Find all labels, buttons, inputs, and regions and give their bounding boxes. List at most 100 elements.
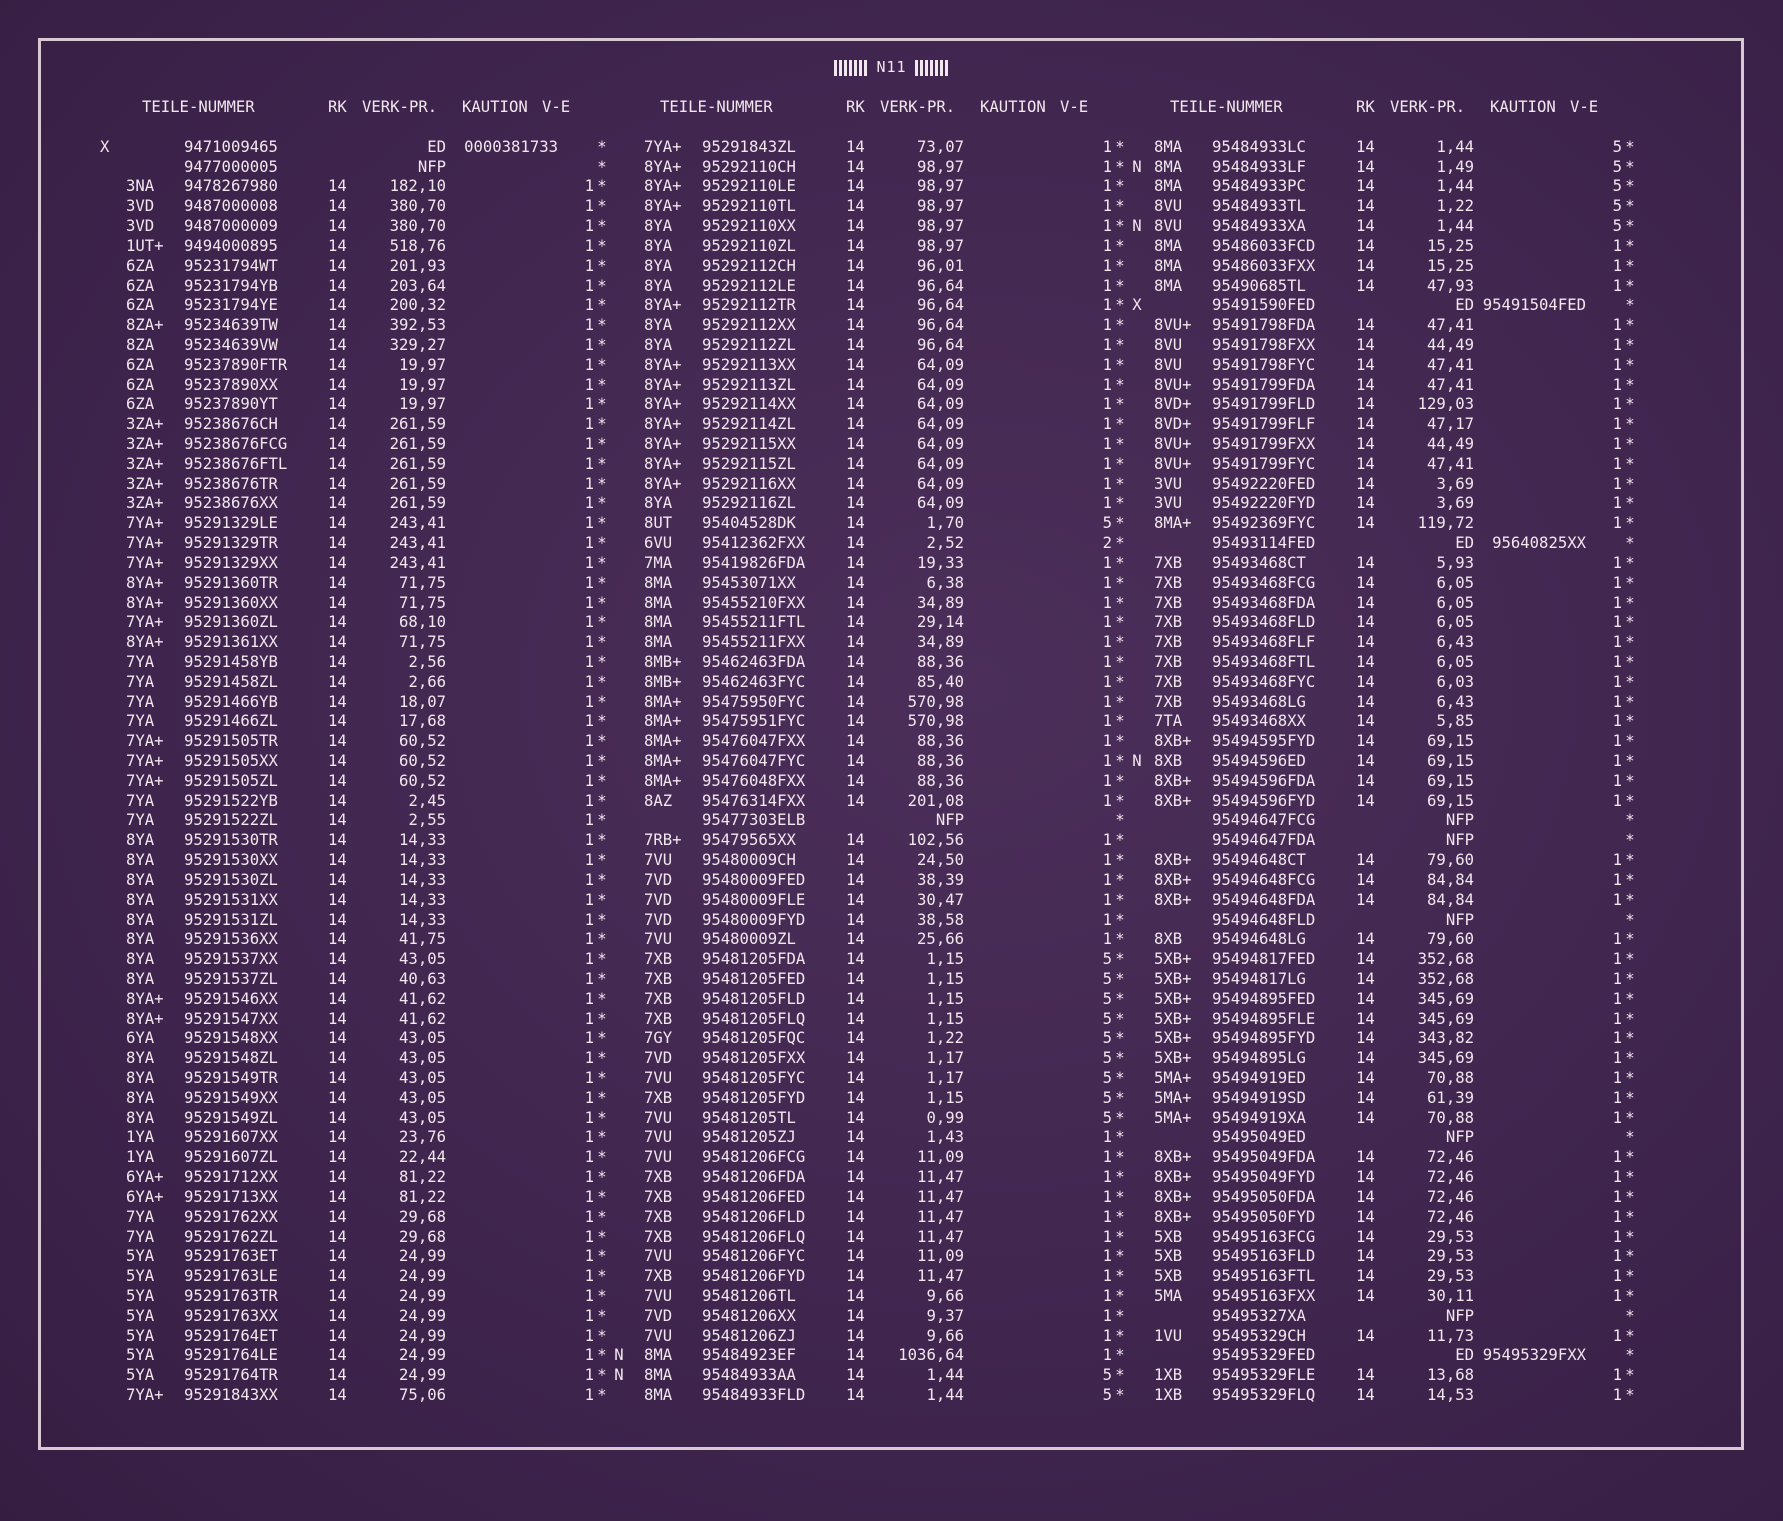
table-row: 5YA 95291763LE 14 24,99 1 * [100,1267,628,1287]
row-code: 7YA [126,692,155,711]
row-rk: 14 [846,296,865,315]
table-row: 7YA 95291466ZL 14 17,68 1 * [100,712,628,732]
row-rk: 14 [328,236,347,255]
row-code: 7YA [126,1227,155,1246]
packing-unit: 1 [1102,454,1112,473]
packing-unit: 1 [1612,752,1622,770]
row-code: 8VU [1154,355,1183,374]
row-code: 8VU+ [1154,435,1192,453]
header-verk-pr: VERK-PR. [880,98,956,116]
row-star: * [1115,811,1125,830]
row-star: * [1115,752,1125,770]
part-number: 9487000009 [184,217,278,236]
row-rk: 14 [328,613,347,632]
row-star: * [1625,811,1635,830]
row-rk: 14 [328,870,347,889]
sale-price: 14,33 [399,831,446,850]
part-number: 95495163FLD [1212,1247,1316,1266]
part-number: 95291466ZL [184,712,278,731]
row-star: * [597,1009,607,1028]
row-star: * [597,712,607,731]
packing-unit: 1 [584,415,594,434]
part-number: 95481206FYD [702,1267,806,1286]
part-number: 95475951FYC [702,712,806,731]
packing-unit: 1 [584,1069,594,1087]
packing-unit: 1 [584,950,594,969]
table-row: 7XB 95493468FTL 14 6,05 1 * [1128,653,1656,673]
row-star: * [1625,1187,1635,1206]
packing-unit: 1 [584,276,594,295]
part-number: 9487000008 [184,197,278,216]
row-star: * [1115,851,1125,870]
row-star: * [597,1247,607,1266]
row-star: * [1115,454,1125,473]
table-row: 8MA 95486033FXX 14 15,25 1 * [1128,257,1656,277]
header-spacer [618,118,1146,138]
row-rk: 14 [846,771,865,790]
packing-unit: 1 [1612,553,1622,572]
sale-price: 11,09 [917,1247,964,1266]
packing-unit: 1 [1102,692,1112,711]
sale-price: 14,33 [399,890,446,909]
table-row: 8XB 95494596ED 14 69,15 1 * [1128,752,1656,772]
sale-price: 1036,64 [898,1346,964,1365]
row-rk: 14 [846,573,865,592]
table-row: 8MB+ 95462463FDA 14 88,36 1 * [618,653,1146,673]
part-number: 95493468XX [1212,712,1306,731]
packing-unit: 5 [1102,989,1112,1008]
part-number: 95486033FXX [1212,256,1316,275]
sale-price: ED [1455,1346,1474,1365]
row-rk: 14 [1356,236,1375,255]
kaution: 95640825XX [1492,534,1586,553]
packing-unit: 1 [584,1366,594,1385]
sale-price: 29,53 [1427,1247,1474,1266]
sale-price: 41,75 [399,930,446,949]
row-star: * [597,1128,607,1147]
packing-unit: 1 [584,454,594,473]
sale-price: 2,55 [408,811,446,830]
row-star: * [597,395,607,414]
row-star: * [1115,672,1125,691]
part-number: 95495163FXX [1212,1286,1316,1305]
sale-price: 11,47 [917,1168,964,1187]
sale-price: NFP [1445,910,1474,929]
table-row: 8VU 95484933XA 14 1,44 5 * [1128,217,1656,237]
packing-unit: 1 [584,1386,594,1404]
part-number: 95291531XX [184,890,278,909]
sale-price: 43,05 [399,1088,446,1107]
part-number: 95291329LE [184,514,278,533]
table-row: 7YA 95291458ZL 14 2,66 1 * [100,673,628,693]
row-code: 1YA [126,1128,155,1147]
row-star: * [1625,890,1635,909]
header-teile-nummer: TEILE-NUMMER [1170,98,1283,116]
row-rk: 14 [1356,1366,1375,1385]
table-row: 8YA 95291530XX 14 14,33 1 * [100,851,628,871]
row-star: * [597,1108,607,1127]
packing-unit: 1 [1612,969,1622,988]
row-code: 8YA+ [644,375,682,394]
part-number: 95492369FYC [1212,514,1316,533]
packing-unit: 1 [1612,256,1622,275]
row-rk: 14 [328,296,347,315]
row-rk: 14 [846,752,865,770]
row-rk: 14 [328,950,347,969]
part-number: 95291549ZL [184,1108,278,1127]
sale-price: 98,97 [917,197,964,216]
packing-unit: 1 [1102,1207,1112,1226]
row-rk: 14 [1356,633,1375,652]
table-row: 7XB 95481205FED 14 1,15 5 * [618,970,1146,990]
row-star: * [1625,1029,1635,1048]
row-code: 7VU [644,1069,673,1087]
row-star: * [597,752,607,770]
table-row: 8XB+ 95495049FYD 14 72,46 1 * [1128,1168,1656,1188]
row-code: 7YA [126,712,155,731]
part-number: 95481206FLQ [702,1227,806,1246]
part-number: 95493468CT [1212,553,1306,572]
row-rk: 14 [1356,276,1375,295]
row-star: * [1625,1207,1635,1226]
table-row: 7VD 95481205FXX 14 1,17 5 * [618,1049,1146,1069]
row-code: 8YA [644,335,673,354]
part-number: 95291361XX [184,633,278,652]
table-row: 7VU 95481206TL 14 9,66 1 * [618,1287,1146,1307]
sale-price: 72,46 [1427,1207,1474,1226]
